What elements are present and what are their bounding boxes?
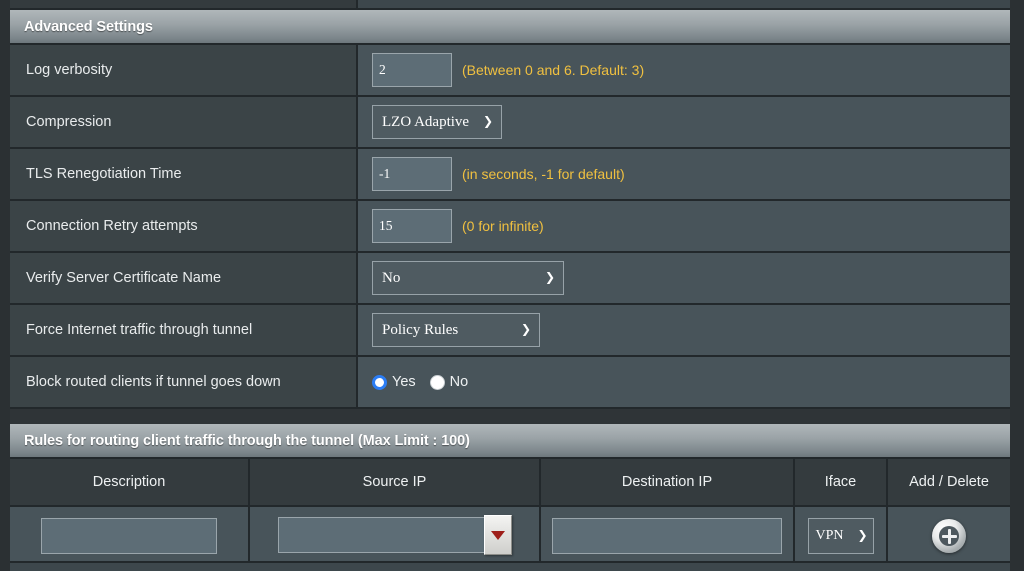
chevron-down-icon: ❯ <box>482 114 493 128</box>
verify-server-certificate-name-select[interactable]: No ❯ <box>372 261 564 295</box>
column-header-source-ip: Source IP <box>250 459 541 505</box>
source-ip-dropdown-button[interactable] <box>483 515 512 555</box>
value-tls-renegotiation-time: (in seconds, -1 for default) <box>358 149 1010 199</box>
log-verbosity-hint: (Between 0 and 6. Default: 3) <box>462 62 645 78</box>
rule-iface-select[interactable]: VPN ❯ <box>807 518 874 554</box>
row-block-routed-clients: Block routed clients if tunnel goes down… <box>10 357 1010 409</box>
tls-renegotiation-time-input[interactable] <box>372 157 452 191</box>
label-log-verbosity: Log verbosity <box>10 45 358 95</box>
verify-server-certificate-name-value: No <box>382 269 401 286</box>
radio-label-yes: Yes <box>392 374 416 390</box>
previous-row-value-cell <box>358 0 1010 8</box>
block-routed-clients-radio-group: Yes No <box>372 374 468 390</box>
page-right-edge <box>1010 0 1024 571</box>
label-tls-renegotiation-time: TLS Renegotiation Time <box>10 149 358 199</box>
value-block-routed-clients: Yes No <box>358 357 1010 407</box>
block-routed-clients-radio-no[interactable]: No <box>429 374 469 390</box>
connection-retry-attempts-hint: (0 for infinite) <box>462 218 544 234</box>
label-connection-retry-attempts: Connection Retry attempts <box>10 201 358 251</box>
cell-add-delete <box>888 507 1010 565</box>
value-force-internet-traffic: Policy Rules ❯ <box>358 305 1010 355</box>
tls-renegotiation-time-hint: (in seconds, -1 for default) <box>462 166 625 182</box>
compression-select[interactable]: LZO Adaptive ❯ <box>372 105 502 139</box>
radio-label-no: No <box>449 374 469 390</box>
cell-iface: VPN ❯ <box>795 507 888 565</box>
rules-section-title: Rules for routing client traffic through… <box>24 432 470 449</box>
rule-destination-ip-input[interactable] <box>552 518 782 554</box>
chevron-down-icon: ❯ <box>544 270 555 284</box>
column-header-add-delete: Add / Delete <box>888 459 1010 505</box>
label-verify-server-certificate-name: Verify Server Certificate Name <box>10 253 358 303</box>
row-connection-retry-attempts: Connection Retry attempts (0 for infinit… <box>10 201 1010 253</box>
rules-table-header-row: Description Source IP Destination IP Ifa… <box>10 459 1010 507</box>
rules-section-header: Rules for routing client traffic through… <box>10 424 1010 459</box>
next-row-partial <box>10 561 1010 571</box>
advanced-settings-table: Log verbosity (Between 0 and 6. Default:… <box>10 45 1010 409</box>
previous-row-partial <box>10 0 1010 10</box>
cell-source-ip <box>250 507 541 565</box>
page-left-edge <box>0 0 10 571</box>
radio-selected-icon[interactable] <box>372 374 387 390</box>
advanced-settings-title: Advanced Settings <box>24 18 153 35</box>
value-log-verbosity: (Between 0 and 6. Default: 3) <box>358 45 1010 95</box>
cell-description <box>10 507 250 565</box>
value-connection-retry-attempts: (0 for infinite) <box>358 201 1010 251</box>
label-compression: Compression <box>10 97 358 147</box>
value-verify-server-certificate-name: No ❯ <box>358 253 1010 303</box>
routing-rules-table: Description Source IP Destination IP Ifa… <box>10 459 1010 567</box>
advanced-settings-header: Advanced Settings <box>10 10 1010 45</box>
log-verbosity-input[interactable] <box>372 53 452 87</box>
plus-circle-icon <box>941 528 957 544</box>
force-internet-traffic-value: Policy Rules <box>382 321 459 338</box>
triangle-down-icon <box>490 530 505 540</box>
row-verify-server-certificate-name: Verify Server Certificate Name No ❯ <box>10 253 1010 305</box>
compression-select-value: LZO Adaptive <box>382 113 470 130</box>
block-routed-clients-radio-yes[interactable]: Yes <box>372 374 416 390</box>
column-header-description: Description <box>10 459 250 505</box>
column-header-destination-ip: Destination IP <box>541 459 795 505</box>
column-header-iface: Iface <box>795 459 888 505</box>
rule-iface-value: VPN <box>815 528 844 543</box>
rule-source-ip-input[interactable] <box>277 517 484 553</box>
force-internet-traffic-select[interactable]: Policy Rules ❯ <box>372 313 540 347</box>
radio-unselected-icon[interactable] <box>429 374 445 390</box>
label-block-routed-clients: Block routed clients if tunnel goes down <box>10 357 358 407</box>
row-force-internet-traffic: Force Internet traffic through tunnel Po… <box>10 305 1010 357</box>
row-tls-renegotiation-time: TLS Renegotiation Time (in seconds, -1 f… <box>10 149 1010 201</box>
rules-table-new-row: VPN ❯ <box>10 507 1010 567</box>
vpn-advanced-settings-page: Advanced Settings Log verbosity (Between… <box>0 0 1024 571</box>
rule-description-input[interactable] <box>41 518 217 554</box>
chevron-down-icon: ❯ <box>857 528 868 542</box>
cell-destination-ip <box>541 507 795 565</box>
connection-retry-attempts-input[interactable] <box>372 209 452 243</box>
row-compression: Compression LZO Adaptive ❯ <box>10 97 1010 149</box>
chevron-down-icon: ❯ <box>520 322 531 336</box>
add-rule-button[interactable] <box>932 519 966 553</box>
previous-row-label-cell <box>10 0 358 8</box>
label-force-internet-traffic: Force Internet traffic through tunnel <box>10 305 358 355</box>
source-ip-combobox <box>277 515 512 555</box>
value-compression: LZO Adaptive ❯ <box>358 97 1010 147</box>
row-log-verbosity: Log verbosity (Between 0 and 6. Default:… <box>10 45 1010 97</box>
